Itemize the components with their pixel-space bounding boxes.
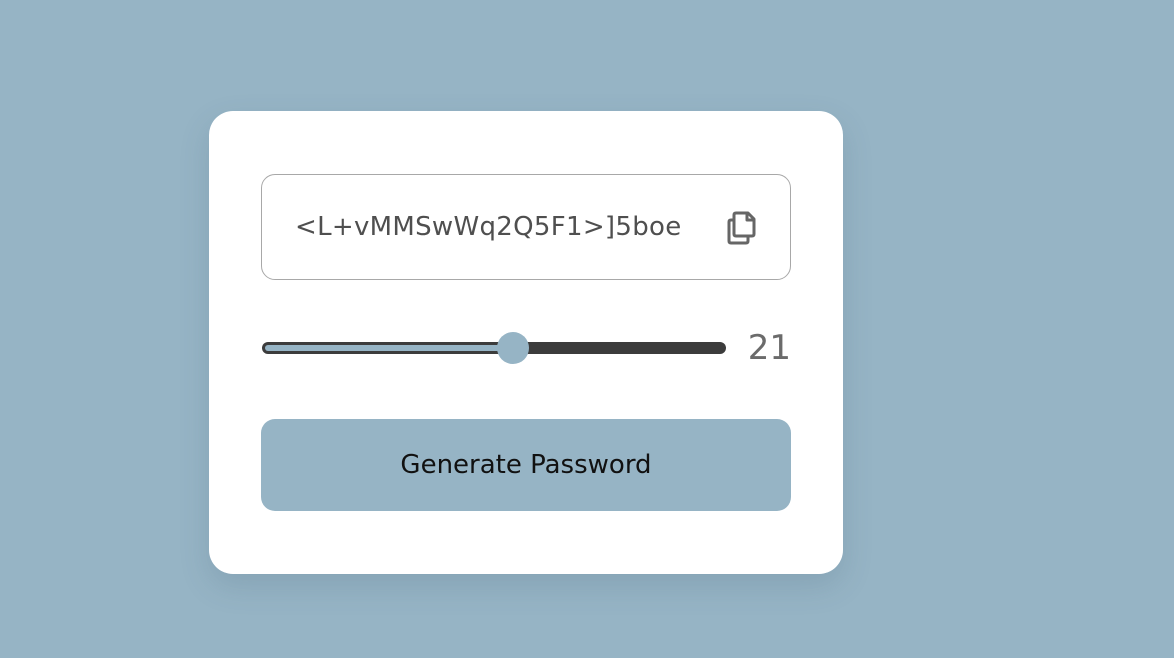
length-slider-row: 21 bbox=[261, 328, 791, 368]
password-text: <L+vMMSwWq2Q5F1>]5boe bbox=[295, 212, 682, 242]
copy-icon bbox=[727, 211, 756, 245]
password-display: <L+vMMSwWq2Q5F1>]5boe bbox=[261, 174, 791, 280]
slider-thumb[interactable] bbox=[497, 332, 530, 364]
length-slider[interactable] bbox=[262, 332, 726, 364]
copy-button[interactable] bbox=[722, 208, 760, 246]
length-value: 21 bbox=[747, 328, 791, 368]
slider-fill bbox=[265, 345, 514, 351]
generate-password-button[interactable]: Generate Password bbox=[261, 419, 791, 511]
password-generator-card: <L+vMMSwWq2Q5F1>]5boe 21 Generate Passwo… bbox=[209, 111, 843, 574]
